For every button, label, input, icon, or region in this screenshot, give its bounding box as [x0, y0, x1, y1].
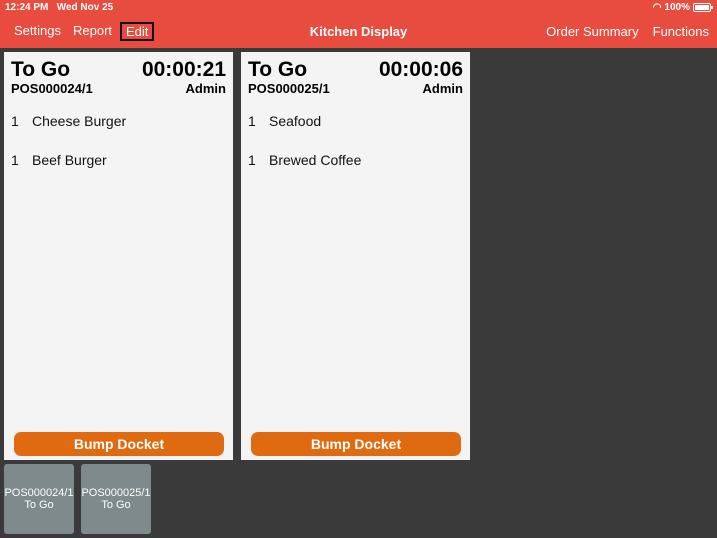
docket-order-number: POS000024/1 [11, 81, 93, 96]
status-bar-right: ◠ 100% [652, 2, 713, 13]
docket-timer: 00:00:06 [378, 58, 463, 81]
docket-timer: 00:00:21 [141, 58, 226, 81]
bump-docket-button[interactable]: Bump Docket [14, 432, 224, 456]
item-name: Cheese Burger [32, 113, 127, 129]
item-name: Seafood [269, 113, 322, 129]
docket-thumbnail-strip: POS000024/1 To Go POS000025/1 To Go [4, 464, 151, 534]
thumbnail-order-number: POS000024/1 [4, 487, 74, 499]
top-bar: 12:24 PM Wed Nov 25 ◠ 100% Settings Repo… [0, 0, 717, 48]
status-bar-time: 12:24 PM Wed Nov 25 [5, 2, 113, 13]
status-time: 12:24 PM [5, 2, 49, 13]
docket-user: Admin [185, 81, 226, 96]
header-right-menu: Order Summary Functions [546, 24, 709, 39]
item-name: Brewed Coffee [269, 152, 362, 168]
docket-item[interactable]: 1 Cheese Burger [11, 113, 126, 152]
item-qty: 1 [11, 113, 19, 129]
battery-percent: 100% [664, 2, 690, 13]
thumbnail-order-type: To Go [24, 499, 54, 511]
docket-item[interactable]: 1 Beef Burger [11, 152, 126, 191]
thumbnail-order-number: POS000025/1 [81, 487, 151, 499]
item-qty: 1 [248, 152, 256, 168]
docket-user: Admin [422, 81, 463, 96]
docket-card[interactable]: To Go 00:00:06 POS000025/1 Admin 1 Seafo… [241, 52, 470, 460]
docket-card[interactable]: To Go 00:00:21 POS000024/1 Admin 1 Chees… [4, 52, 233, 460]
docket-items: 1 Seafood 1 Brewed Coffee [248, 113, 361, 191]
docket-thumbnail[interactable]: POS000024/1 To Go [4, 464, 74, 534]
battery-icon [693, 3, 713, 12]
bump-docket-button[interactable]: Bump Docket [251, 432, 461, 456]
docket-thumbnail[interactable]: POS000025/1 To Go [81, 464, 151, 534]
docket-order-type: To Go [11, 58, 71, 81]
thumbnail-order-type: To Go [101, 499, 131, 511]
item-qty: 1 [11, 152, 19, 168]
docket-items: 1 Cheese Burger 1 Beef Burger [11, 113, 126, 191]
functions-button[interactable]: Functions [653, 24, 709, 39]
status-date: Wed Nov 25 [56, 2, 114, 13]
docket-order-type: To Go [248, 58, 308, 81]
wifi-icon: ◠ [652, 2, 662, 13]
docket-item[interactable]: 1 Brewed Coffee [248, 152, 361, 191]
order-summary-button[interactable]: Order Summary [546, 24, 638, 39]
item-qty: 1 [248, 113, 256, 129]
docket-item[interactable]: 1 Seafood [248, 113, 361, 152]
docket-order-number: POS000025/1 [248, 81, 330, 96]
item-name: Beef Burger [32, 152, 107, 168]
